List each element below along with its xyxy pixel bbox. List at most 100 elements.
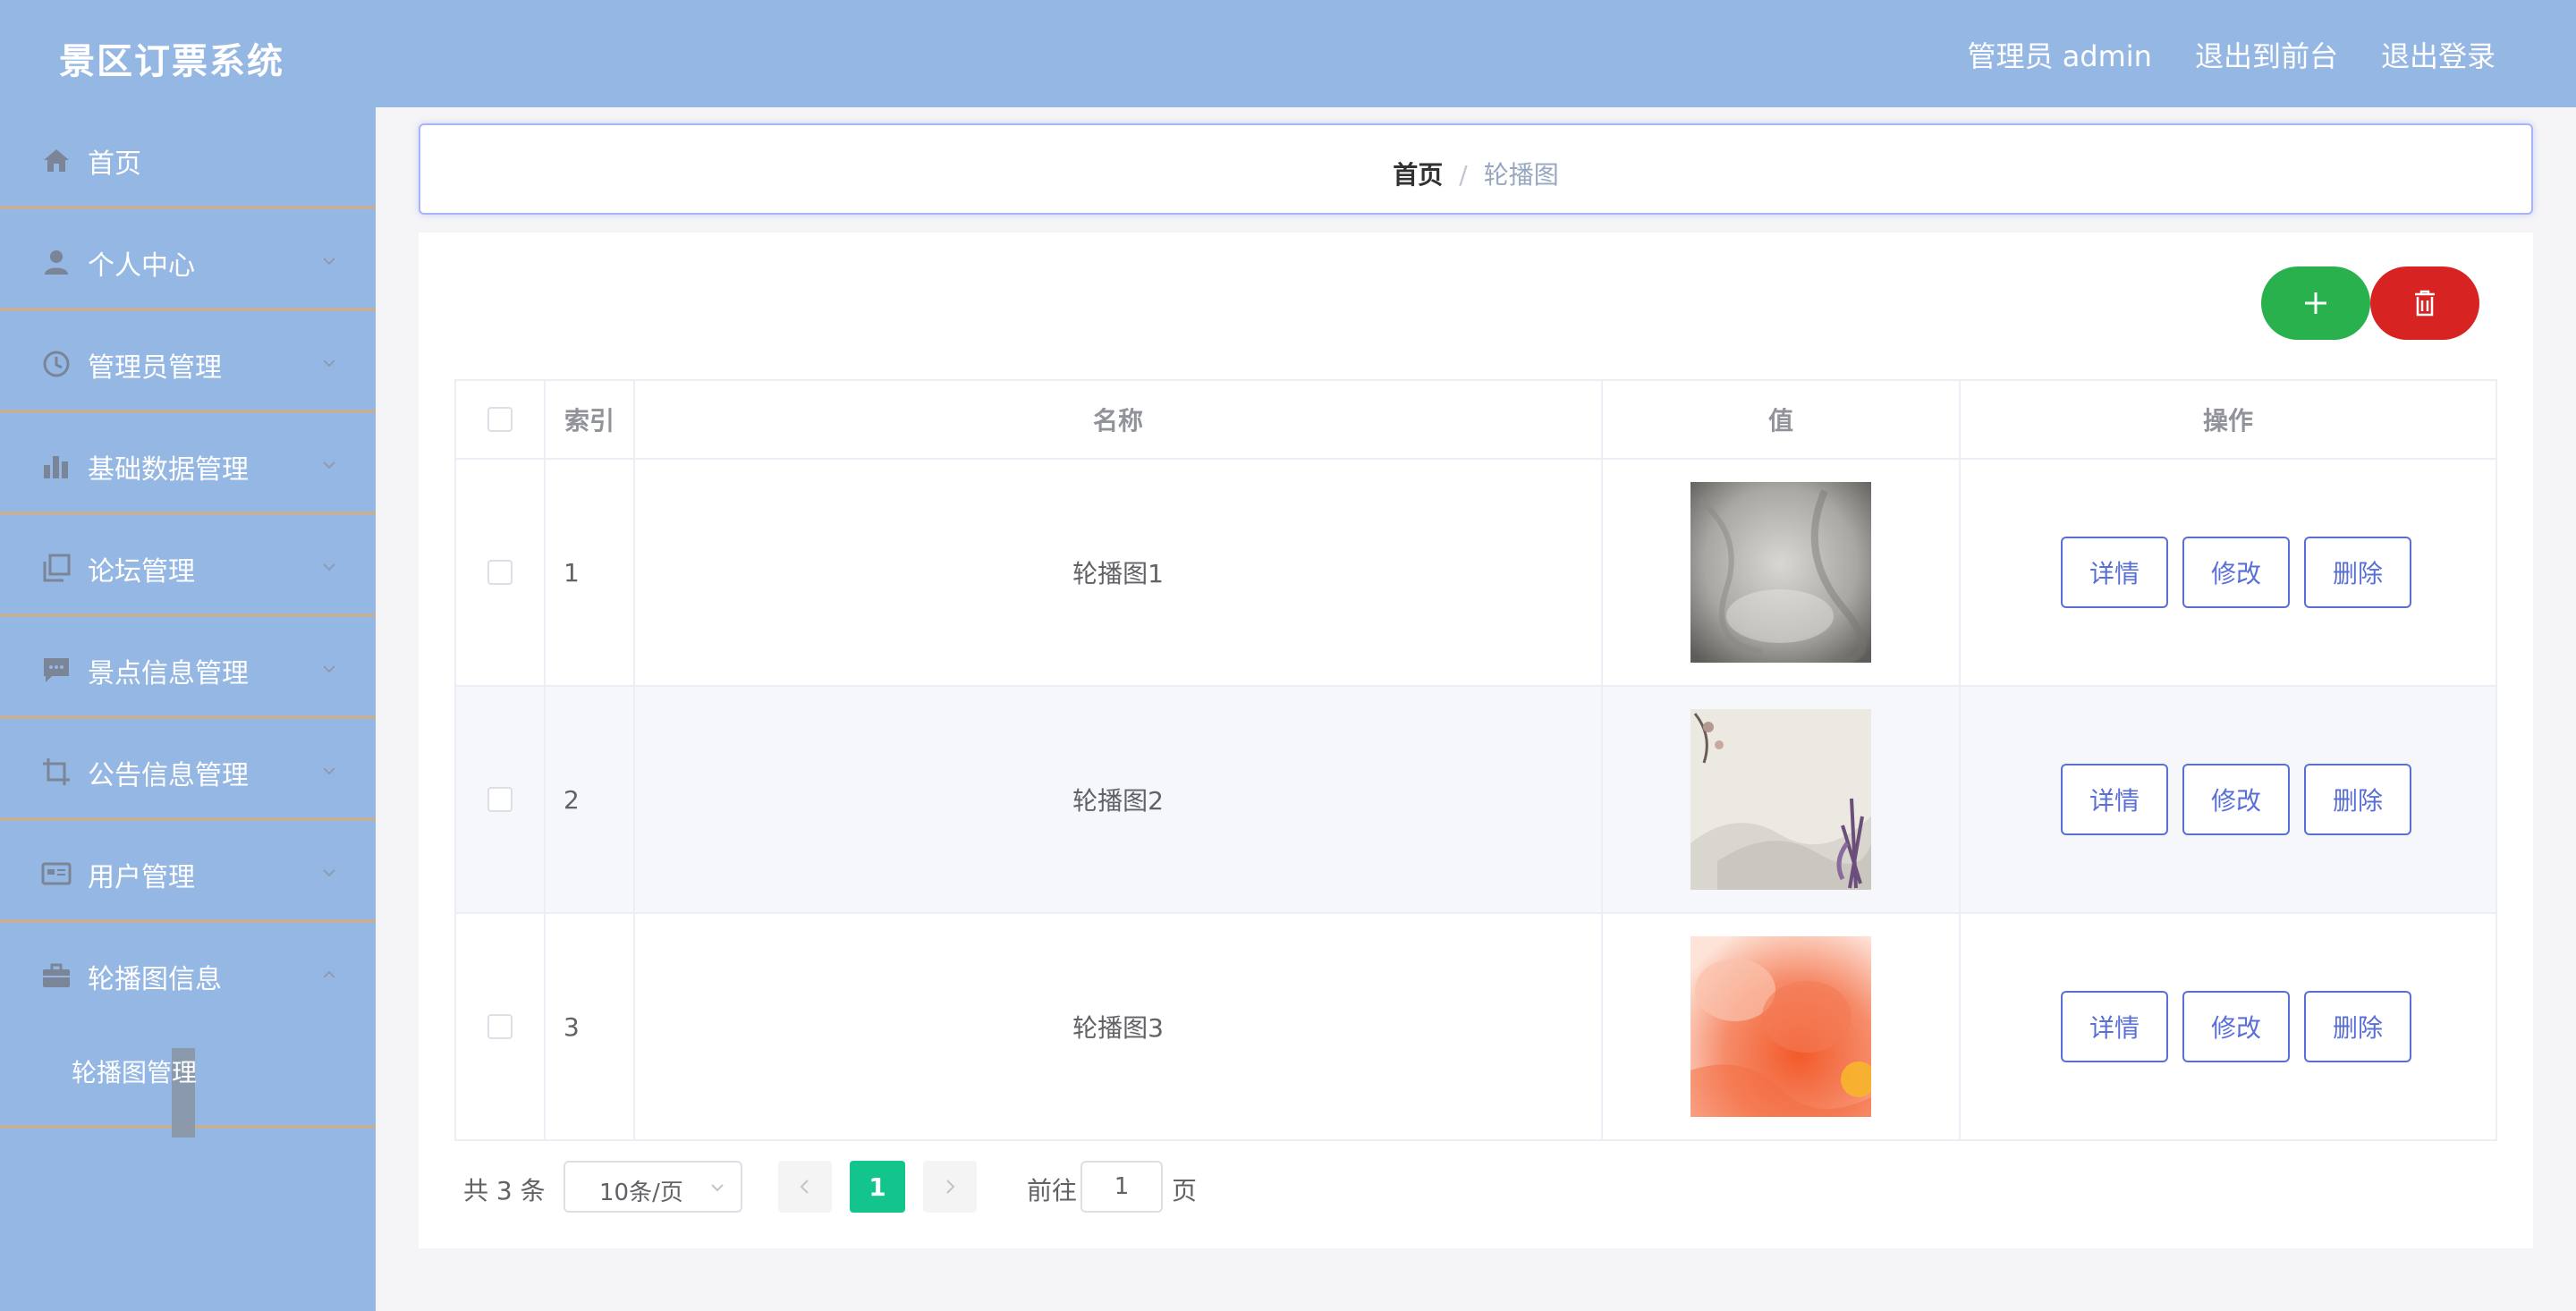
chevron-down-icon xyxy=(323,258,335,266)
breadcrumb-current: 轮播图 xyxy=(1483,160,1559,190)
page-size-select[interactable]: 10条/页 xyxy=(564,1161,742,1213)
row-select-cell xyxy=(456,914,546,1139)
edit-button[interactable]: 修改 xyxy=(2182,991,2290,1062)
breadcrumb-separator: / xyxy=(1459,160,1468,190)
select-all-checkbox[interactable] xyxy=(487,407,513,432)
row-select-cell xyxy=(456,687,546,912)
column-header-name: 名称 xyxy=(635,381,1603,460)
chevron-down-icon xyxy=(323,869,335,877)
sidebar-item-forum[interactable]: 论坛管理 xyxy=(0,515,376,617)
column-header-value: 值 xyxy=(1603,381,1961,460)
actions-cell: 详情 修改 删除 xyxy=(1961,914,2496,1139)
logout-link[interactable]: 退出登录 xyxy=(2381,34,2496,75)
page-number-current[interactable]: 1 xyxy=(850,1161,905,1213)
sidebar-item-label: 首页 xyxy=(88,148,141,180)
value-cell xyxy=(1603,460,1961,685)
sidebar-item-scenic-info[interactable]: 景点信息管理 xyxy=(0,617,376,719)
row-select-cell xyxy=(456,460,546,685)
header-links: 管理员 admin 退出到前台 退出登录 xyxy=(1968,34,2496,75)
sidebar-item-label: 论坛管理 xyxy=(88,556,195,588)
detail-button[interactable]: 详情 xyxy=(2061,991,2168,1062)
chevron-down-icon xyxy=(323,665,335,673)
breadcrumb: 首页 / 轮播图 xyxy=(420,156,2531,191)
column-header-actions: 操作 xyxy=(1961,381,2496,460)
add-button[interactable] xyxy=(2261,266,2370,340)
sidebar-item-basic-data[interactable]: 基础数据管理 xyxy=(0,413,376,515)
next-page-button[interactable] xyxy=(923,1161,977,1213)
bar-chart-icon xyxy=(44,456,68,478)
sidebar: 首页 个人中心 管理员管理 基础数据管理 论坛管理 景点信息管理 公告信息管理 … xyxy=(0,107,376,1311)
edit-button[interactable]: 修改 xyxy=(2182,537,2290,608)
sidebar-item-label: 用户管理 xyxy=(88,862,195,893)
header-select-all xyxy=(456,381,546,460)
sidebar-item-label: 管理员管理 xyxy=(88,352,222,384)
sidebar-item-label: 个人中心 xyxy=(88,250,195,282)
sidebar-item-home[interactable]: 首页 xyxy=(0,107,376,209)
card-icon xyxy=(41,862,72,885)
edit-button[interactable]: 修改 xyxy=(2182,764,2290,835)
sidebar-subitem-carousel-manage[interactable]: 轮播图管理 xyxy=(72,1053,197,1089)
delete-button[interactable]: 删除 xyxy=(2304,764,2411,835)
sidebar-item-label: 基础数据管理 xyxy=(88,454,249,486)
sidebar-item-users[interactable]: 用户管理 xyxy=(0,821,376,923)
goto-page-input[interactable] xyxy=(1080,1161,1163,1213)
index-cell: 2 xyxy=(546,687,635,912)
delete-button[interactable]: 删除 xyxy=(2304,991,2411,1062)
prev-page-button[interactable] xyxy=(778,1161,832,1213)
name-cell: 轮播图2 xyxy=(635,687,1603,912)
pagination-total: 共 3 条 xyxy=(463,1176,546,1205)
sidebar-item-notice[interactable]: 公告信息管理 xyxy=(0,719,376,821)
chevron-up-icon xyxy=(323,970,335,978)
chevron-down-icon xyxy=(323,563,335,571)
chevron-down-icon xyxy=(711,1184,724,1192)
user-icon xyxy=(45,250,68,275)
detail-button[interactable]: 详情 xyxy=(2061,537,2168,608)
plus-icon xyxy=(2305,292,2326,314)
sidebar-item-carousel[interactable]: 轮播图信息 轮播图管理 xyxy=(0,923,376,1138)
chat-icon xyxy=(44,658,69,682)
chevron-left-icon xyxy=(800,1180,809,1194)
carousel-image-thumbnail xyxy=(1690,709,1871,890)
sidebar-item-admin-manage[interactable]: 管理员管理 xyxy=(0,311,376,413)
carousel-image-thumbnail xyxy=(1690,936,1871,1117)
row-checkbox[interactable] xyxy=(487,1014,513,1039)
table-row: 2 轮播图2 详情 修改 删除 xyxy=(456,687,2496,914)
goto-prefix-label: 前往 xyxy=(1027,1176,1078,1205)
app-title: 景区订票系统 xyxy=(59,41,284,82)
sidebar-item-label: 景点信息管理 xyxy=(88,658,249,689)
carousel-image-thumbnail xyxy=(1690,482,1871,663)
detail-button[interactable]: 详情 xyxy=(2061,764,2168,835)
copy-icon xyxy=(43,554,71,582)
chevron-down-icon xyxy=(323,767,335,775)
breadcrumb-home[interactable]: 首页 xyxy=(1393,160,1443,190)
index-cell: 3 xyxy=(546,914,635,1139)
row-checkbox[interactable] xyxy=(487,560,513,585)
goto-suffix-label: 页 xyxy=(1172,1176,1198,1205)
trash-icon xyxy=(2415,290,2435,317)
clock-icon xyxy=(43,351,70,377)
top-header: 景区订票系统 管理员 admin 退出到前台 退出登录 xyxy=(0,0,2576,107)
actions-cell: 详情 修改 删除 xyxy=(1961,687,2496,912)
crop-icon xyxy=(43,758,70,785)
briefcase-icon xyxy=(43,963,70,987)
sidebar-item-profile[interactable]: 个人中心 xyxy=(0,209,376,311)
admin-user-label[interactable]: 管理员 admin xyxy=(1968,34,2152,75)
name-cell: 轮播图3 xyxy=(635,914,1603,1139)
index-cell: 1 xyxy=(546,460,635,685)
sidebar-item-label: 轮播图信息 xyxy=(88,964,222,995)
home-icon xyxy=(44,149,69,172)
sidebar-item-label: 公告信息管理 xyxy=(88,760,249,791)
chevron-right-icon xyxy=(946,1180,955,1194)
value-cell xyxy=(1603,914,1961,1139)
breadcrumb-card: 首页 / 轮播图 xyxy=(419,123,2533,215)
page-size-value: 10条/页 xyxy=(599,1180,683,1206)
delete-button[interactable]: 删除 xyxy=(2304,537,2411,608)
name-cell: 轮播图1 xyxy=(635,460,1603,685)
actions-cell: 详情 修改 删除 xyxy=(1961,460,2496,685)
row-checkbox[interactable] xyxy=(487,787,513,812)
table-row: 1 轮播图1 详情 修改 删除 xyxy=(456,460,2496,687)
back-to-frontend-link[interactable]: 退出到前台 xyxy=(2195,34,2338,75)
value-cell xyxy=(1603,687,1961,912)
chevron-down-icon xyxy=(323,461,335,469)
delete-selected-button[interactable] xyxy=(2370,266,2479,340)
